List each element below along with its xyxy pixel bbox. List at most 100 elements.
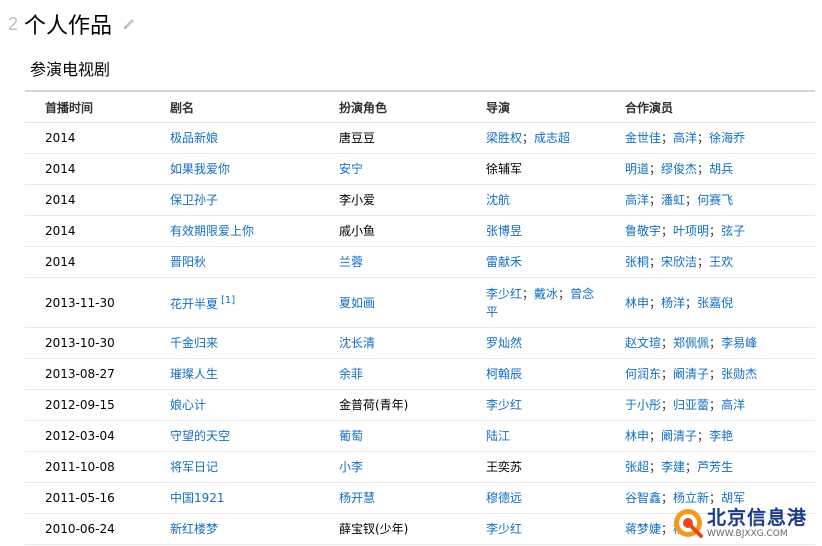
costar-name-link[interactable]: 芦芳生 — [697, 460, 733, 474]
pencil-edit-icon[interactable] — [122, 17, 136, 31]
air-date-cell: 2014 — [25, 246, 150, 278]
role-name[interactable]: 葡萄 — [339, 429, 363, 443]
title-cell: 将军日记 — [150, 451, 319, 483]
director-name[interactable]: 张博昱 — [486, 224, 522, 238]
table-row: 2014 晋阳秋 兰蓉 雷献禾 张桐；宋欣洁；王欢 — [25, 246, 815, 278]
drama-title-link[interactable]: 千金归来 — [170, 336, 218, 350]
director-name[interactable]: 沈航 — [486, 193, 510, 207]
role-name[interactable]: 小李 — [339, 460, 363, 474]
director-name[interactable]: 雷献禾 — [486, 255, 522, 269]
costar-name-link[interactable]: 蒋梦婕 — [625, 522, 661, 536]
director-cell: 柯翰辰 — [466, 358, 605, 390]
costar-name-link[interactable]: 李建 — [661, 460, 685, 474]
costar-name-link[interactable]: 张超 — [625, 460, 649, 474]
air-date-cell: 2014 — [25, 122, 150, 154]
role-cell: 杨开慧 — [319, 482, 466, 514]
director-name[interactable]: 李少红 — [486, 287, 522, 301]
citation-ref-link[interactable]: [1] — [221, 295, 235, 306]
drama-title-link[interactable]: 新红楼梦 — [170, 522, 218, 536]
drama-title-link[interactable]: 极品新娘 — [170, 131, 218, 145]
costar-name-link[interactable]: 林申 — [625, 296, 649, 310]
drama-title-link[interactable]: 花开半夏 — [170, 297, 218, 311]
separator: ； — [661, 367, 674, 381]
drama-title-link[interactable]: 守望的天空 — [170, 429, 230, 443]
role-name[interactable]: 余菲 — [339, 367, 363, 381]
drama-title-link[interactable]: 有效期限爱上你 — [170, 224, 254, 238]
role-name[interactable]: 安宁 — [339, 162, 363, 176]
director-name[interactable]: 李少红 — [486, 522, 522, 536]
role-name[interactable]: 夏如画 — [339, 296, 375, 310]
separator: ； — [558, 286, 571, 301]
costar-name-link[interactable]: 李艳 — [709, 429, 733, 443]
costar-name-link[interactable]: 张嘉倪 — [697, 296, 733, 310]
costar-name-link[interactable]: 郑佩佩 — [673, 336, 709, 350]
costar-name-link[interactable]: 阚清子 — [673, 367, 709, 381]
title-cell: 中国1921 — [150, 482, 319, 514]
drama-title-link[interactable]: 晋阳秋 — [170, 255, 206, 269]
costar-name-link[interactable]: 胡兵 — [709, 162, 733, 176]
title-cell: 如果我爱你 — [150, 153, 319, 185]
drama-title-link[interactable]: 保卫孙子 — [170, 193, 218, 207]
drama-title-link[interactable]: 中国1921 — [170, 491, 225, 505]
costar-name-link[interactable]: 何赛飞 — [697, 193, 733, 207]
title-cell: 新红楼梦 — [150, 513, 319, 545]
costar-name-link[interactable]: 何润东 — [625, 367, 661, 381]
title-cell: 晋阳秋 — [150, 246, 319, 278]
director-cell: 李少红 — [466, 513, 605, 545]
director-name[interactable]: 成志超 — [534, 131, 570, 145]
costar-name-link[interactable]: 高洋 — [625, 193, 649, 207]
costar-name-link[interactable]: 叶项明 — [673, 224, 709, 238]
role-name[interactable]: 杨开慧 — [339, 491, 375, 505]
director-name[interactable]: 戴冰 — [534, 287, 558, 301]
costar-name-link[interactable]: 谷智鑫 — [625, 491, 661, 505]
separator: ； — [649, 255, 662, 269]
costar-name-link[interactable]: 徐海乔 — [709, 131, 745, 145]
costar-name-link[interactable]: 阚清子 — [661, 429, 697, 443]
costar-name-link[interactable]: 缪俊杰 — [661, 162, 697, 176]
costar-name-link[interactable]: 宋欣洁 — [661, 255, 697, 269]
costar-name-link[interactable]: 潘虹 — [661, 193, 685, 207]
director-cell: 张博昱 — [466, 215, 605, 247]
director-name: 王奕苏 — [486, 460, 523, 474]
separator: ； — [649, 429, 662, 443]
costar-name-link[interactable]: 王欢 — [709, 255, 733, 269]
director-cell: 雷献禾 — [466, 246, 605, 278]
role-cell: 薛宝钗(少年) — [319, 513, 466, 545]
director-cell: 罗灿然 — [466, 327, 605, 359]
role-name[interactable]: 沈长清 — [339, 336, 375, 350]
title-cell: 保卫孙子 — [150, 184, 319, 216]
drama-title-link[interactable]: 如果我爱你 — [170, 162, 230, 176]
drama-title-link[interactable]: 璀璨人生 — [170, 367, 218, 381]
air-date: 2013-11-30 — [45, 295, 115, 310]
separator: ； — [697, 429, 710, 443]
role-name[interactable]: 兰蓉 — [339, 255, 363, 269]
costar-name-link[interactable]: 李易峰 — [721, 336, 757, 350]
costar-name-link[interactable]: 高洋 — [721, 398, 745, 412]
separator: ； — [697, 131, 710, 145]
director-name[interactable]: 梁胜权 — [486, 131, 522, 145]
costar-name-link[interactable]: 鲁敬宇 — [625, 224, 661, 238]
director-name[interactable]: 李少红 — [486, 398, 522, 412]
director-name[interactable]: 罗灿然 — [486, 336, 522, 350]
costar-name-link[interactable]: 张桐 — [625, 255, 649, 269]
costar-name-link[interactable]: 明道 — [625, 162, 649, 176]
drama-title-link[interactable]: 将军日记 — [170, 460, 218, 474]
costar-name-link[interactable]: 金世佳 — [625, 131, 661, 145]
costar-name-link[interactable]: 归亚蕾 — [673, 398, 709, 412]
air-date-cell: 2014 — [25, 153, 150, 185]
costar-name-link[interactable]: 张勋杰 — [721, 367, 757, 381]
costar-name-link[interactable]: 高洋 — [673, 131, 697, 145]
role-cell: 戚小鱼 — [319, 215, 466, 247]
costar-name-link[interactable]: 弦子 — [721, 224, 745, 238]
director-name[interactable]: 柯翰辰 — [486, 367, 522, 381]
director-name[interactable]: 陆江 — [486, 429, 510, 443]
drama-title-link[interactable]: 娘心计 — [170, 398, 206, 412]
costar-name-link[interactable]: 杨洋 — [661, 296, 685, 310]
costar-name-link[interactable]: 赵文瑄 — [625, 336, 661, 350]
air-date-cell: 2011-10-08 — [25, 451, 150, 483]
costars-cell: 鲁敬宇；叶项明；弦子 — [605, 215, 815, 247]
costar-name-link[interactable]: 于小彤 — [625, 398, 661, 412]
director-name[interactable]: 穆德远 — [486, 491, 522, 505]
costar-name-link[interactable]: 林申 — [625, 429, 649, 443]
section-header: 2 个人作品 — [8, 8, 136, 40]
